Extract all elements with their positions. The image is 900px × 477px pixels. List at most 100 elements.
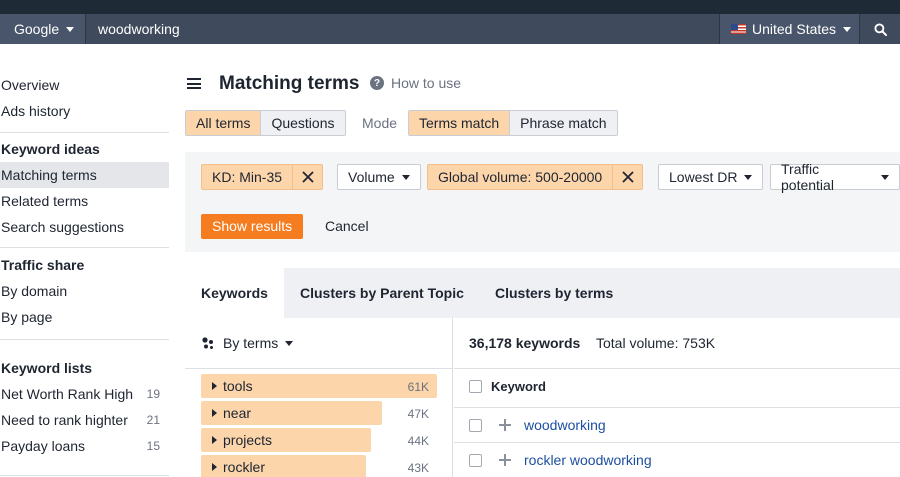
expand-arrow-icon [212, 436, 217, 444]
terms-match-button[interactable]: Terms match [409, 111, 511, 135]
sidebar-heading-keyword-lists: Keyword lists [1, 360, 93, 376]
page-title: Matching terms [219, 73, 360, 94]
all-terms-button[interactable]: All terms [186, 111, 262, 135]
chevron-down-icon [843, 26, 852, 32]
term-row[interactable]: tools 61K [201, 374, 437, 398]
search-icon [873, 22, 887, 36]
global-volume-filter-label: Global volume: 500-20000 [438, 169, 603, 185]
match-mode-toggle: Terms match Phrase match [408, 110, 618, 136]
tab-clusters-by-parent-topic[interactable]: Clusters by Parent Topic [284, 268, 480, 318]
phrase-match-button[interactable]: Phrase match [510, 111, 617, 135]
sidebar-item-by-page[interactable]: By page [0, 304, 169, 330]
term-count: 61K [407, 380, 429, 394]
tab-keywords[interactable]: Keywords [185, 268, 284, 318]
results-panel: 36,178 keywords Total volume: 753K Keywo… [454, 318, 900, 477]
list-count: 21 [146, 413, 160, 427]
group-by-dropdown[interactable]: By terms [201, 335, 294, 351]
hamburger-menu-icon[interactable] [187, 78, 201, 89]
show-results-button[interactable]: Show results [201, 214, 304, 239]
keyword-count: 36,178 keywords [469, 335, 581, 351]
table-row: rockler woodworking [469, 452, 652, 468]
term-row[interactable]: projects 44K [201, 428, 437, 452]
chevron-down-icon [744, 174, 753, 180]
sidebar-divider [0, 339, 169, 340]
column-header-keyword[interactable]: Keyword [491, 379, 546, 394]
close-icon[interactable] [292, 165, 322, 189]
expand-arrow-icon [212, 463, 217, 471]
global-volume-filter-chip[interactable]: Global volume: 500-20000 [427, 164, 644, 190]
volume-filter-dropdown[interactable]: Volume [337, 164, 421, 190]
terms-panel: By terms tools 61K near 47K projects 44K… [185, 318, 453, 477]
list-name: Net Worth Rank High [1, 386, 134, 402]
expand-arrow-icon [212, 382, 217, 390]
cancel-button[interactable]: Cancel [325, 214, 369, 239]
app-top-strip [0, 0, 900, 14]
search-button[interactable] [860, 14, 900, 44]
term-label: rockler [223, 459, 266, 475]
questions-button[interactable]: Questions [261, 111, 345, 135]
chevron-down-icon [66, 26, 75, 32]
list-count: 19 [146, 387, 160, 401]
search-engine-dropdown[interactable]: Google [0, 14, 86, 44]
tab-clusters-by-terms[interactable]: Clusters by terms [479, 268, 629, 318]
select-all-checkbox[interactable] [469, 380, 482, 393]
country-label: United States [752, 21, 837, 37]
table-divider [454, 407, 900, 408]
term-count: 44K [407, 434, 429, 448]
sidebar: Overview Ads history Keyword ideas Match… [0, 44, 185, 477]
group-by-label: By terms [223, 335, 279, 351]
sidebar-divider [0, 475, 169, 476]
sidebar-item-matching-terms[interactable]: Matching terms [0, 162, 169, 188]
question-icon: ? [370, 76, 384, 90]
results-tab-bar: Keywords Clusters by Parent Topic Cluste… [185, 268, 900, 318]
kd-filter-chip[interactable]: KD: Min-35 [201, 164, 324, 190]
chevron-down-icon [285, 340, 294, 346]
table-header-keyword: Keyword [469, 379, 546, 394]
term-type-toggle: All terms Questions [185, 110, 346, 136]
country-dropdown[interactable]: United States [719, 14, 860, 44]
us-flag-icon [731, 24, 746, 34]
kd-filter-label: KD: Min-35 [212, 169, 283, 185]
term-row[interactable]: near 47K [201, 401, 437, 425]
sidebar-item-related-terms[interactable]: Related terms [0, 188, 169, 214]
sidebar-heading-keyword-ideas: Keyword ideas [1, 141, 100, 157]
keyword-link[interactable]: rockler woodworking [524, 452, 652, 468]
search-bar: Google woodworking United States [0, 14, 900, 44]
panel-divider [454, 368, 900, 369]
keyword-link[interactable]: woodworking [524, 417, 606, 433]
total-volume: Total volume: 753K [596, 335, 716, 351]
sidebar-list-item[interactable]: Payday loans 15 [0, 433, 169, 459]
traffic-potential-filter-dropdown[interactable]: Traffic potential [770, 161, 900, 193]
expand-arrow-icon [212, 409, 217, 417]
panel-divider [185, 368, 453, 369]
how-to-use-label: How to use [391, 75, 462, 91]
sidebar-item-overview[interactable]: Overview [0, 72, 169, 98]
sidebar-heading-traffic-share: Traffic share [1, 257, 85, 273]
sidebar-divider [0, 132, 169, 133]
search-engine-label: Google [14, 21, 60, 37]
list-name: Payday loans [1, 438, 86, 454]
row-checkbox[interactable] [469, 453, 482, 467]
sidebar-item-search-suggestions[interactable]: Search suggestions [0, 214, 169, 240]
sidebar-list-item[interactable]: Need to rank highter 21 [0, 407, 169, 433]
list-count: 15 [146, 439, 160, 453]
volume-filter-label: Volume [348, 169, 395, 185]
chevron-down-icon [401, 174, 410, 180]
term-label: near [223, 405, 252, 421]
chevron-down-icon [881, 174, 889, 180]
plus-icon[interactable] [499, 454, 511, 466]
sidebar-divider [0, 247, 169, 248]
close-icon[interactable] [612, 165, 642, 189]
search-input[interactable]: woodworking [86, 14, 719, 44]
row-checkbox[interactable] [469, 418, 482, 432]
how-to-use-link[interactable]: ? How to use [370, 75, 461, 91]
sidebar-list-item[interactable]: Net Worth Rank High 19 [0, 381, 169, 407]
sidebar-item-ads-history[interactable]: Ads history [0, 98, 169, 124]
sidebar-item-by-domain[interactable]: By domain [0, 278, 169, 304]
lowest-dr-filter-dropdown[interactable]: Lowest DR [658, 164, 764, 190]
plus-icon[interactable] [499, 419, 511, 431]
term-row[interactable]: rockler 43K [201, 455, 437, 477]
term-count: 43K [407, 461, 429, 475]
term-count: 47K [407, 407, 429, 421]
traffic-potential-filter-label: Traffic potential [781, 161, 834, 193]
